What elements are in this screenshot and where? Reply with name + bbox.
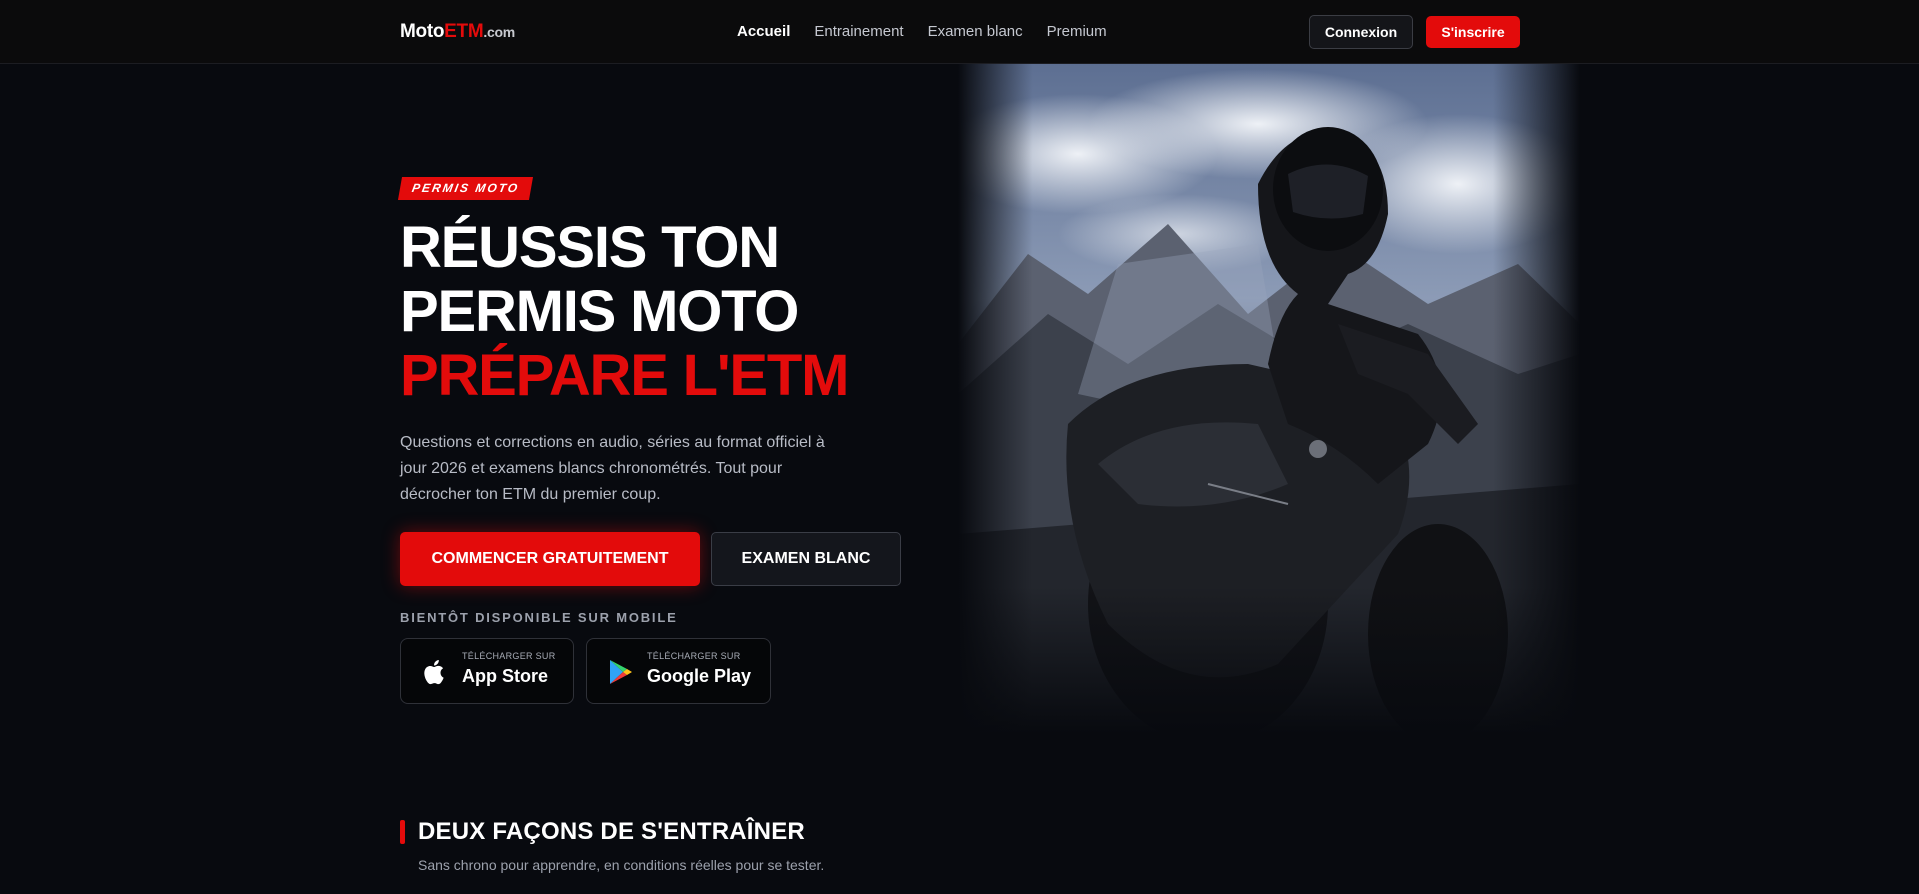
- hero-description: Questions et corrections en audio, série…: [400, 434, 825, 503]
- navbar: MotoETM.com Accueil Entrainement Examen …: [0, 0, 1919, 64]
- hero-title-line-2: PERMIS MOTO: [400, 279, 799, 344]
- nav-link-examen-blanc[interactable]: Examen blanc: [928, 22, 1023, 42]
- site-logo[interactable]: MotoETM.com: [400, 20, 515, 44]
- hero-title-line-3: PRÉPARE L'ETM: [400, 343, 849, 408]
- start-free-button[interactable]: COMMENCER GRATUITEMENT: [400, 532, 700, 586]
- google-play-small-label: TÉLÉCHARGER SUR: [647, 651, 741, 661]
- mock-exam-button[interactable]: EXAMEN BLANC: [711, 532, 901, 586]
- google-play-button[interactable]: TÉLÉCHARGER SUR Google Play: [586, 638, 771, 704]
- section-title: DEUX FAÇONS DE S'ENTRAÎNER: [418, 818, 805, 845]
- google-play-icon: [610, 660, 632, 684]
- signup-button[interactable]: S'inscrire: [1426, 16, 1520, 48]
- nav-link-accueil[interactable]: Accueil: [737, 22, 790, 42]
- hero-title-line-1: RÉUSSIS TON: [400, 215, 780, 280]
- hero-title: RÉUSSIS TON PERMIS MOTO PRÉPARE L'ETM: [400, 215, 849, 408]
- permis-moto-badge: PERMIS MOTO: [397, 177, 534, 200]
- app-store-label: App Store: [462, 666, 549, 686]
- google-play-label: Google Play: [647, 666, 752, 686]
- logo-moto: Moto: [400, 21, 445, 42]
- app-store-small-label: TÉLÉCHARGER SUR: [462, 651, 556, 661]
- apple-icon: [424, 660, 444, 685]
- login-button[interactable]: Connexion: [1309, 15, 1413, 49]
- app-store-button[interactable]: TÉLÉCHARGER SUR App Store: [400, 638, 574, 704]
- mobile-availability-label: BIENTÔT DISPONIBLE SUR MOBILE: [400, 610, 678, 625]
- section-subtitle: Sans chrono pour apprendre, en condition…: [418, 857, 825, 873]
- section-accent-bar: [400, 820, 405, 844]
- logo-etm: ETM: [444, 21, 484, 42]
- nav-link-entrainement[interactable]: Entrainement: [814, 22, 903, 42]
- main-nav: Accueil Entrainement Examen blanc Premiu…: [737, 22, 1131, 42]
- nav-link-premium[interactable]: Premium: [1047, 22, 1107, 42]
- logo-com: .com: [483, 24, 515, 40]
- hero-motorcycle-image: [958, 64, 1580, 734]
- hero-image-fade: [958, 64, 1580, 734]
